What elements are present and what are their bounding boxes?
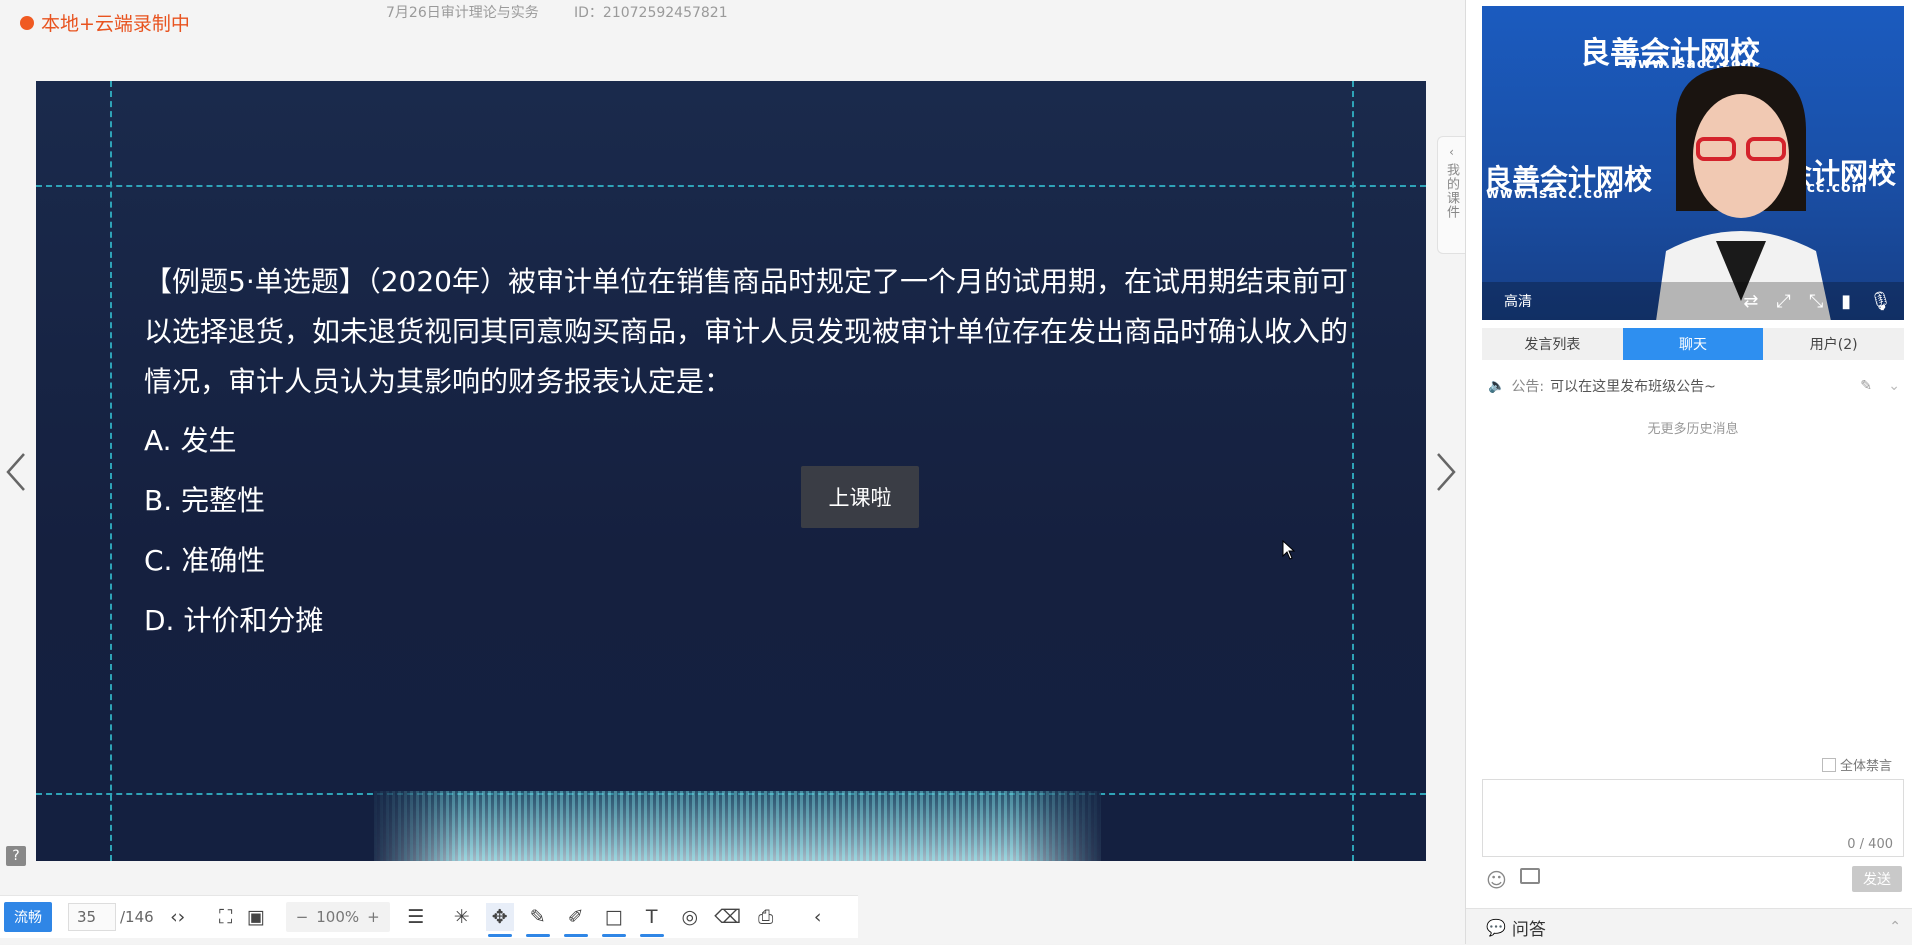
no-history-text: 无更多历史消息	[1647, 422, 1739, 437]
rectangle-tool-icon[interactable]: □	[600, 903, 628, 937]
qa-icon: 💬	[1486, 917, 1506, 937]
prev-slide-button[interactable]	[4, 450, 28, 502]
code-icon[interactable]: ‹›	[164, 903, 192, 931]
chevron-up-icon[interactable]: ⌃	[1889, 919, 1901, 935]
right-sidebar: 良善会计网校 www.lsacc.com 良善会计网校 www.lsacc.co…	[1465, 0, 1912, 945]
circle-tool-icon[interactable]: ◎	[676, 903, 704, 931]
zoom-in-icon[interactable]: +	[367, 908, 380, 926]
page-total: /146	[120, 908, 154, 926]
next-slide-button[interactable]	[1434, 450, 1458, 502]
recording-status: 本地+云端录制中	[20, 9, 190, 36]
zoom-out-icon[interactable]: −	[296, 908, 309, 926]
announcement-label: 公告:	[1511, 379, 1545, 395]
mute-all-label: 全体禁言	[1840, 759, 1893, 774]
switch-camera-icon[interactable]: ⇄	[1743, 291, 1758, 312]
tab-speaker-list[interactable]: 发言列表	[1482, 328, 1623, 360]
signal-icon: ▮	[1841, 290, 1852, 312]
recording-label: 本地+云端录制中	[41, 13, 190, 35]
chat-input[interactable]: 0 / 400	[1482, 779, 1904, 857]
fit-screen-icon[interactable]: ⛶	[212, 903, 240, 931]
text-tool-icon[interactable]: T	[638, 903, 666, 937]
fit-page-icon[interactable]: ▣	[242, 903, 270, 931]
clear-slide-icon[interactable]: ☰	[402, 903, 430, 931]
whiteboard-toolbar: 流畅 35 /146 ‹› ⛶ ▣ − 100% + ☰ ✳ ✥ ✎ ✐ □ T…	[0, 895, 858, 938]
top-bar: 本地+云端录制中 7月26日审计理论与实务 ID：21072592457821	[0, 0, 1465, 36]
decorative-glow	[374, 791, 1101, 861]
send-button[interactable]: 发送	[1852, 866, 1902, 892]
chevron-left-icon	[6, 453, 25, 491]
whiteboard-area: 本地+云端录制中 7月26日审计理论与实务 ID：21072592457821 …	[0, 0, 1465, 944]
chat-tabs: 发言列表 聊天 用户(2)	[1482, 328, 1904, 360]
mouse-cursor-icon	[1282, 540, 1296, 560]
laser-pointer-icon[interactable]: ✳	[448, 903, 476, 931]
help-icon[interactable]: ?	[6, 846, 26, 866]
zoom-control: − 100% +	[285, 902, 390, 932]
chevron-right-icon	[1437, 453, 1456, 491]
course-id: ID：21072592457821	[574, 5, 728, 21]
class-start-toast: 上课啦	[801, 466, 919, 528]
teacher-video[interactable]: 良善会计网校 www.lsacc.com 良善会计网校 www.lsacc.co…	[1482, 6, 1904, 320]
chevron-left-icon: ‹	[1449, 145, 1454, 159]
tab-users[interactable]: 用户(2)	[1763, 328, 1904, 360]
pop-out-icon[interactable]: ⤢	[1776, 291, 1790, 312]
option-c: C. 准确性	[144, 544, 266, 577]
slide-canvas[interactable]: 【例题5·单选题】（2020年）被审计单位在销售商品时规定了一个月的试用期，在试…	[36, 81, 1426, 861]
video-controls: 高清 ⇄ ⤢ ⤡ ▮ 🎙	[1482, 282, 1904, 320]
edit-icon[interactable]: ✎	[1860, 378, 1872, 394]
course-title: 7月26日审计理论与实务	[386, 5, 539, 21]
move-tool-icon[interactable]: ✥	[485, 903, 514, 937]
option-a: A. 发生	[144, 424, 237, 457]
zoom-level: 100%	[316, 908, 360, 926]
guide-line	[36, 185, 1426, 187]
fullscreen-icon[interactable]: ⤡	[1809, 291, 1823, 312]
option-b: B. 完整性	[144, 484, 266, 517]
highlighter-tool-icon[interactable]: ✐	[562, 903, 590, 937]
stamp-tool-icon[interactable]: ⎙	[752, 903, 780, 931]
question-text: 【例题5·单选题】（2020年）被审计单位在销售商品时规定了一个月的试用期，在试…	[144, 265, 1349, 398]
my-courseware-tab[interactable]: ‹ 我的课件	[1437, 136, 1465, 254]
guide-line	[110, 81, 112, 861]
eraser-tool-icon[interactable]: ⌫	[714, 903, 742, 931]
brand-url: www.lsacc.com	[1486, 186, 1620, 202]
speaker-icon: 🔈	[1488, 378, 1506, 394]
announcement-text: 可以在这里发布班级公告~	[1550, 379, 1716, 395]
quality-smooth-button[interactable]: 流畅	[4, 902, 52, 932]
collapse-toolbar-icon[interactable]: ‹	[804, 903, 832, 931]
microphone-icon[interactable]: 🎙	[1869, 291, 1892, 312]
qa-label: 问答	[1511, 919, 1546, 940]
recording-dot-icon	[20, 15, 34, 30]
page-number-input[interactable]: 35	[68, 903, 116, 931]
tab-chat[interactable]: 聊天	[1622, 328, 1764, 360]
video-quality[interactable]: 高清	[1504, 291, 1532, 311]
my-courseware-label: 我的课件	[1444, 163, 1459, 219]
qa-bar[interactable]: 💬 问答 ⌃	[1466, 908, 1912, 945]
char-count: 0 / 400	[1847, 837, 1893, 852]
image-icon[interactable]	[1520, 868, 1540, 884]
chevron-down-icon[interactable]: ⌄	[1888, 378, 1900, 394]
mute-all-checkbox[interactable]	[1822, 757, 1836, 772]
announcement: 🔈 公告: 可以在这里发布班级公告~ ✎ ⌄	[1488, 376, 1900, 396]
pen-tool-icon[interactable]: ✎	[524, 903, 552, 937]
emoji-icon[interactable]: ☺	[1486, 868, 1507, 892]
mute-all-toggle[interactable]: 全体禁言	[1822, 755, 1892, 774]
guide-line	[1352, 81, 1354, 861]
option-d: D. 计价和分摊	[144, 604, 324, 637]
